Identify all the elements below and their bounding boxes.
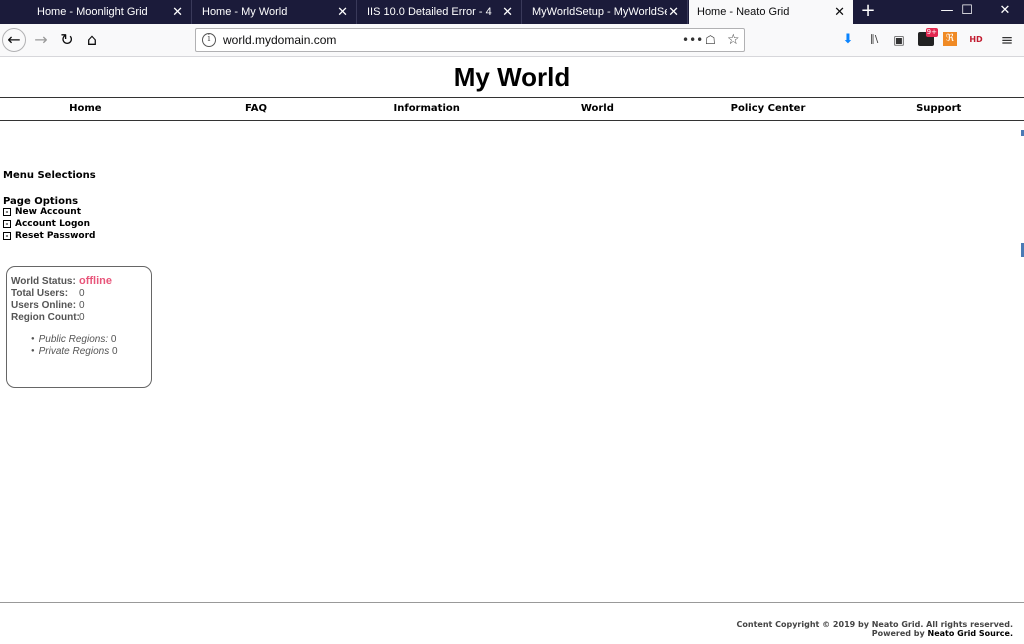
tab-title: Home - My World [202, 6, 288, 18]
option-reset-password[interactable]: - Reset Password [3, 230, 95, 242]
extension-hd-icon[interactable]: HD [968, 32, 984, 48]
public-regions-value: 0 [110, 334, 117, 345]
extension-orange-icon[interactable]: ℜ [943, 32, 957, 46]
url-bar[interactable]: i world.mydomain.com ••• ☖ ☆ [195, 28, 745, 52]
page-actions-icon[interactable]: ••• [682, 29, 703, 51]
tab-moonlight-grid[interactable]: Home - Moonlight Grid ✕ [29, 0, 192, 24]
copyright-text: Content Copyright © 2019 by Neato Grid. … [736, 620, 1014, 629]
back-button[interactable]: ← [2, 28, 26, 52]
pocket-icon[interactable]: ☖ [705, 29, 716, 51]
powered-by-prefix: Powered by [871, 629, 925, 638]
bookmark-star-icon[interactable]: ☆ [727, 29, 740, 51]
collapse-icon[interactable]: - [3, 220, 11, 228]
home-button[interactable]: ⌂ [80, 28, 104, 52]
private-regions-label: Private Regions [38, 346, 110, 357]
menu-icon[interactable]: ≡ [999, 32, 1015, 48]
notification-badge: 9+ [925, 28, 938, 37]
tab-my-world[interactable]: Home - My World ✕ [194, 0, 357, 24]
tab-title: IIS 10.0 Detailed Error - 403.14 - F [367, 6, 492, 18]
world-status-panel: World Status: offline Total Users: 0 Use… [6, 266, 152, 388]
close-icon[interactable]: ✕ [337, 0, 348, 24]
private-regions-item: ● Private Regions 0 [31, 346, 118, 357]
collapse-icon[interactable]: - [3, 208, 11, 216]
private-regions-value: 0 [112, 346, 118, 357]
menu-home[interactable]: Home [0, 98, 171, 120]
powered-by: Powered by Neato Grid Source. [872, 629, 1013, 638]
page-title: My World [453, 62, 571, 92]
url-text[interactable]: world.mydomain.com [223, 29, 336, 51]
powered-by-link[interactable]: Neato Grid Source. [928, 629, 1014, 638]
collapse-icon[interactable]: - [3, 232, 11, 240]
public-regions-item: ● Public Regions: 0 [31, 334, 116, 345]
menu-faq[interactable]: FAQ [171, 98, 342, 120]
bullet-icon: ● [31, 348, 35, 354]
close-icon[interactable]: ✕ [834, 0, 845, 24]
tab-neato-grid[interactable]: Home - Neato Grid ✕ [689, 0, 853, 24]
bullet-icon: ● [31, 336, 35, 342]
info-icon[interactable]: i [202, 33, 216, 47]
sidebar-icon[interactable]: ▣ [891, 32, 907, 48]
world-status-value: offline [79, 275, 112, 287]
region-count-label: Region Count: [11, 312, 80, 323]
close-icon[interactable]: ✕ [502, 0, 513, 24]
option-label[interactable]: New Account [15, 207, 81, 217]
library-icon[interactable]: ∥\ [866, 32, 882, 48]
option-new-account[interactable]: - New Account [3, 206, 81, 218]
option-label[interactable]: Reset Password [15, 231, 95, 241]
menu-world[interactable]: World [512, 98, 683, 120]
menu-support[interactable]: Support [853, 98, 1024, 120]
tab-title: MyWorldSetup - MyWorldSetup [532, 6, 667, 18]
users-online-label: Users Online: [11, 300, 77, 311]
world-status-label: World Status: [11, 276, 76, 287]
menu-selections-heading: Menu Selections [3, 170, 96, 181]
main-menu: Home FAQ Information World Policy Center… [0, 97, 1024, 121]
download-icon[interactable]: ⬇ [840, 32, 856, 48]
menu-policy-center[interactable]: Policy Center [683, 98, 854, 120]
tab-myworldsetup[interactable]: MyWorldSetup - MyWorldSetup ✕ [524, 0, 688, 24]
new-tab-button[interactable]: + [858, 0, 878, 24]
public-regions-label: Public Regions: [38, 334, 109, 345]
tab-iis-error[interactable]: IIS 10.0 Detailed Error - 403.14 - F ✕ [359, 0, 522, 24]
window-close-button[interactable]: ✕ [986, 0, 1024, 24]
reload-button[interactable]: ↻ [55, 28, 79, 52]
option-account-logon[interactable]: - Account Logon [3, 218, 90, 230]
menu-information[interactable]: Information [341, 98, 512, 120]
close-icon[interactable]: ✕ [172, 0, 183, 24]
close-icon[interactable]: ✕ [668, 0, 679, 24]
extension-badge-icon[interactable]: 9+ [918, 28, 938, 46]
tab-title: Home - Neato Grid [697, 6, 790, 18]
navigation-toolbar: ← → ↻ ⌂ i world.mydomain.com ••• ☖ ☆ ⬇ ∥… [0, 24, 1024, 57]
tab-strip: Home - Moonlight Grid ✕ Home - My World … [0, 0, 1024, 24]
tab-title: Home - Moonlight Grid [37, 6, 148, 18]
option-label[interactable]: Account Logon [15, 219, 90, 229]
total-users-value: 0 [79, 288, 85, 299]
users-online-value: 0 [79, 300, 85, 311]
maximize-button[interactable]: ☐ [948, 0, 986, 24]
region-count-value: 0 [79, 312, 85, 323]
total-users-label: Total Users: [11, 288, 69, 299]
forward-button[interactable]: → [29, 28, 53, 52]
footer: Content Copyright © 2019 by Neato Grid. … [0, 602, 1024, 644]
